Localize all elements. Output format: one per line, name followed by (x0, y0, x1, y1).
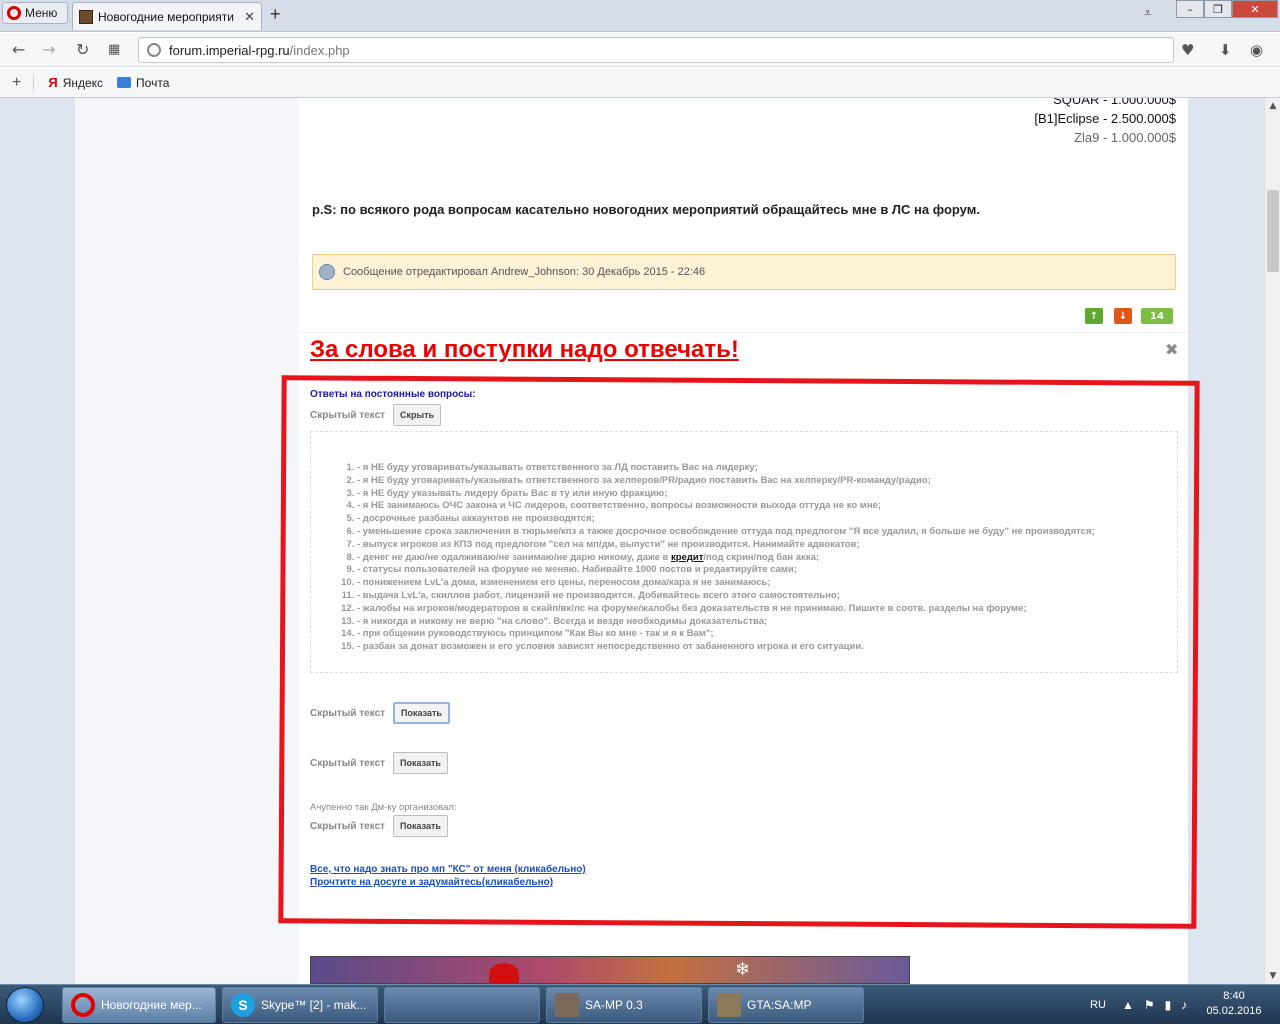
samp-icon (555, 993, 579, 1017)
heart-bookmark-icon[interactable]: ♥ (1181, 41, 1194, 59)
reputation-count: 14 (1141, 308, 1173, 324)
bookmark-label: Яндекс (62, 75, 104, 90)
post-ps-text: p.S: по всякого рода вопросам касательно… (312, 202, 980, 217)
taskbar-item-label: GTA:SA:MP (747, 998, 812, 1012)
flag-icon[interactable]: ⚑ (1144, 998, 1155, 1012)
clock-date: 05.02.2016 (1206, 1005, 1262, 1017)
edit-magnifier-icon (319, 264, 335, 280)
scroll-thumb[interactable] (1267, 190, 1279, 272)
taskbar-item-samp[interactable]: SA-MP 0.3 (546, 987, 702, 1023)
speed-dial-grid-icon[interactable]: ▦ (108, 42, 120, 57)
forward-arrow-icon[interactable]: → (42, 40, 55, 59)
taskbar-item-skype[interactable]: S Skype™ [2] - mak... (222, 987, 378, 1023)
rep-up-button[interactable]: ↑ (1085, 308, 1103, 324)
winner-line: Zla9 - 1.000.000$ (1074, 130, 1176, 145)
arrow-down-icon: ↓ (1118, 310, 1128, 322)
edit-notice: Сообщение отредактировал Andrew_Johnson:… (312, 254, 1176, 290)
start-button-icon[interactable] (6, 987, 44, 1023)
winner-line: [B1]Eclipse - 2.500.000$ (1034, 111, 1176, 126)
network-icon[interactable]: ▮ (1165, 998, 1172, 1012)
stash-menu-icon[interactable]: ⩡ (1144, 6, 1151, 21)
profile-icon[interactable]: ◉ (1250, 41, 1263, 59)
opera-menu-button[interactable]: Меню (2, 2, 68, 24)
menu-label: Меню (25, 6, 58, 20)
taskbar-item-label: SA-MP 0.3 (585, 998, 643, 1012)
language-indicator[interactable]: RU (1090, 985, 1106, 1025)
system-tray: ▲ ⚑ ▮ ♪ (1122, 985, 1187, 1025)
site-info-icon[interactable] (147, 43, 161, 57)
signature-title: За слова и поступки надо отвечать! (310, 336, 739, 363)
bookmarks-bar: + Я Яндекс Почта (0, 68, 1280, 98)
new-tab-plus-icon[interactable]: + (270, 4, 281, 25)
volume-icon[interactable]: ♪ (1181, 998, 1187, 1012)
maximize-icon[interactable]: ❐ (1204, 0, 1232, 18)
yandex-icon: Я (48, 75, 58, 90)
tab-title: Новогодние мероприяти (98, 9, 234, 24)
santa-hat-icon (489, 963, 519, 983)
mail-icon (117, 77, 132, 88)
tray-expand-icon[interactable]: ▲ (1122, 998, 1134, 1012)
add-bookmark-plus-icon[interactable]: + (12, 74, 21, 92)
winner-line: SQUAR - 1.000.000$ (1053, 98, 1176, 107)
taskbar-item-blank[interactable] (384, 987, 540, 1023)
clock-time: 8:40 (1223, 990, 1245, 1002)
page-viewport: SQUAR - 1.000.000$ [B1]Eclipse - 2.500.0… (0, 98, 1264, 984)
user-info-column (75, 98, 298, 984)
system-clock[interactable]: 8:40 05.02.2016 (1196, 989, 1272, 1019)
rep-down-button[interactable]: ↓ (1114, 308, 1132, 324)
bookmark-yandex[interactable]: Я Яндекс (48, 75, 103, 90)
reload-icon[interactable]: ↻ (76, 40, 89, 59)
signature-banner-image: ❄ (310, 956, 910, 984)
windows-taskbar: Новогодние мер... S Skype™ [2] - mak... … (0, 984, 1280, 1024)
window-close-icon[interactable]: ✕ (1232, 0, 1278, 18)
browser-toolbar: ← → ↻ ▦ forum.imperial-rpg.ru/index.php … (0, 33, 1280, 67)
tab-close-icon[interactable]: ✕ (244, 9, 255, 25)
bookmark-divider (33, 74, 35, 91)
taskbar-item-gta[interactable]: GTA:SA:MP (708, 987, 864, 1023)
snowflake-icon: ❄ (735, 959, 751, 980)
scroll-up-icon[interactable]: ▲ (1265, 98, 1280, 114)
address-bar[interactable]: forum.imperial-rpg.ru/index.php (138, 37, 1174, 63)
tab-active[interactable]: Новогодние мероприяти ✕ (72, 2, 262, 30)
minimize-icon[interactable]: – (1176, 0, 1204, 18)
arrow-up-icon: ↑ (1089, 310, 1099, 322)
taskbar-item-label: Новогодние мер... (101, 998, 202, 1012)
taskbar-item-label: Skype™ [2] - mak... (261, 998, 367, 1012)
url-text: forum.imperial-rpg.ru/index.php (169, 42, 350, 58)
page-scrollbar[interactable]: ▲ ▼ (1264, 98, 1280, 984)
winners-list: SQUAR - 1.000.000$ [B1]Eclipse - 2.500.0… (1034, 98, 1176, 147)
signature-divider (298, 332, 1188, 333)
edit-notice-text: Сообщение отредактировал Andrew_Johnson:… (343, 266, 706, 278)
tab-bar: Меню Новогодние мероприяти ✕ + ⩡ – ❐ ✕ (0, 0, 1280, 32)
bookmark-mail[interactable]: Почта (117, 76, 169, 90)
window-controls: – ❐ ✕ (1176, 0, 1278, 18)
download-icon[interactable]: ⬇ (1219, 41, 1232, 59)
scroll-down-icon[interactable]: ▼ (1265, 968, 1280, 984)
back-arrow-icon[interactable]: ← (12, 40, 25, 59)
hide-signature-close-icon[interactable]: ✖ (1165, 340, 1178, 359)
opera-icon (71, 993, 95, 1017)
bookmark-label: Почта (136, 75, 170, 90)
red-highlight-annotation (278, 375, 1200, 929)
gta-icon (717, 993, 741, 1017)
opera-logo-icon (7, 6, 21, 20)
taskbar-item-opera[interactable]: Новогодние мер... (62, 987, 216, 1023)
site-favicon-icon (79, 9, 93, 24)
skype-icon: S (231, 993, 255, 1017)
